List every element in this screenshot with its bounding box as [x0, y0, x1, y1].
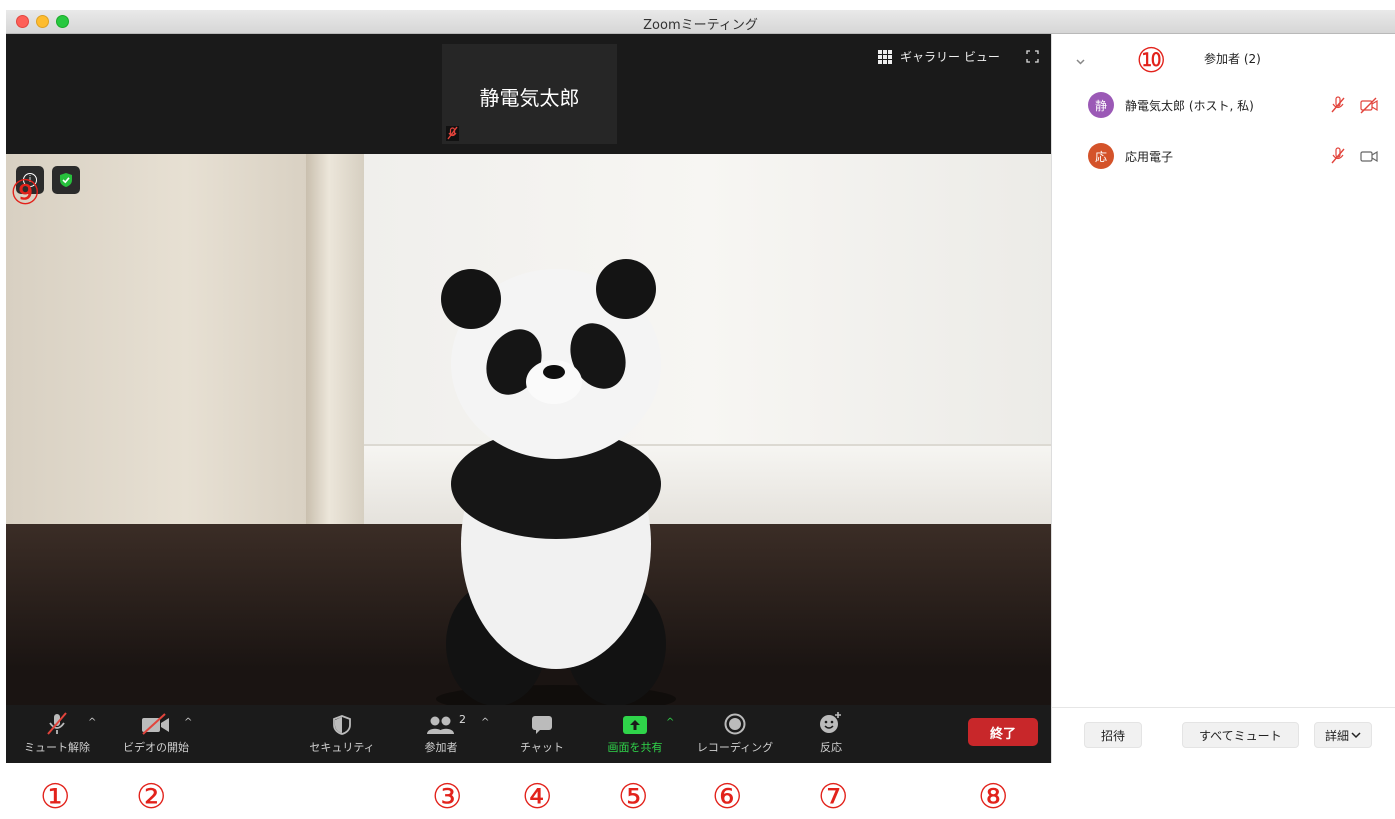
video-options-caret-icon[interactable]: ^ [184, 717, 192, 728]
chevron-down-icon [1351, 732, 1361, 739]
mute-all-button[interactable]: すべてミュート [1182, 722, 1299, 748]
annotation-number: ⑤ [618, 777, 649, 817]
panda-plush-image [436, 259, 676, 705]
encryption-shield-button[interactable] [52, 166, 80, 194]
annotation-number: ⑥ [712, 777, 743, 817]
annotation-number: ⑩ [1136, 41, 1167, 81]
main-video: i [6, 154, 1051, 705]
participant-name: 応用電子 [1125, 149, 1174, 164]
panel-footer: 招待 すべてミュート 詳細 [1052, 707, 1395, 763]
end-meeting-button[interactable]: 終了 [968, 718, 1038, 746]
gallery-view-button[interactable]: ギャラリー ビュー [878, 48, 1000, 65]
avatar: 静 [1088, 92, 1114, 118]
annotation-number: ④ [522, 777, 553, 817]
smiley-add-icon [818, 705, 844, 735]
record-icon [724, 705, 746, 735]
share-options-caret-icon[interactable]: ^ [666, 717, 674, 728]
participants-panel: 参加者 (2) 静 静電気太郎 (ホスト, 私) 応 応用電子 招待 すべてミュ… [1051, 34, 1395, 763]
annotation-number: ⑧ [978, 777, 1009, 817]
fullscreen-icon[interactable] [1026, 48, 1039, 63]
participant-row[interactable]: 静 静電気太郎 (ホスト, 私) [1088, 90, 1388, 120]
window-title: Zoomミーティング [643, 18, 758, 33]
recording-button[interactable]: レコーディング [690, 705, 780, 763]
panel-title: 参加者 (2) [1204, 52, 1261, 66]
video-camera-icon [1360, 150, 1378, 163]
audio-options-caret-icon[interactable]: ^ [88, 717, 96, 728]
unmute-button[interactable]: ミュート解除 [12, 705, 102, 763]
annotation-number: ③ [432, 777, 463, 817]
reactions-button[interactable]: 反応 [801, 705, 861, 763]
avatar: 応 [1088, 143, 1114, 169]
muted-mic-icon [45, 705, 69, 735]
gallery-view-label: ギャラリー ビュー [900, 50, 1000, 64]
start-video-button[interactable]: ビデオの開始 [116, 705, 196, 763]
thumbnail-name: 静電気太郎 [479, 86, 580, 110]
zoom-window: Zoomミーティング 静電気太郎 ギャラリー ビュー i ミュート解除 ^ ビデ… [6, 10, 1395, 763]
video-off-icon [1360, 97, 1378, 114]
participants-options-caret-icon[interactable]: ^ [481, 717, 489, 728]
participants-count: 2 [459, 713, 466, 726]
shield-check-icon [60, 173, 72, 187]
participants-icon [426, 705, 456, 735]
share-screen-button[interactable]: 画面を共有 [600, 705, 670, 763]
muted-mic-icon [1331, 147, 1345, 164]
annotation-number: ② [136, 777, 167, 817]
chat-bubble-icon [531, 705, 553, 735]
security-button[interactable]: セキュリティ [302, 705, 382, 763]
participant-row[interactable]: 応 応用電子 [1088, 141, 1388, 171]
self-thumbnail[interactable]: 静電気太郎 [442, 44, 617, 144]
more-label: 詳細 [1325, 728, 1350, 743]
muted-mic-icon [446, 126, 459, 141]
participant-name: 静電気太郎 (ホスト, 私) [1125, 98, 1254, 113]
share-screen-icon [622, 705, 648, 735]
chevron-down-icon[interactable] [1076, 51, 1085, 65]
title-bar: Zoomミーティング [6, 10, 1395, 34]
chat-button[interactable]: チャット [512, 705, 572, 763]
more-button[interactable]: 詳細 [1314, 722, 1373, 748]
invite-button[interactable]: 招待 [1084, 722, 1143, 748]
security-shield-icon [333, 705, 351, 735]
annotation-number: ① [40, 777, 71, 817]
video-off-icon [141, 705, 171, 735]
thumbnail-strip: 静電気太郎 ギャラリー ビュー [6, 34, 1051, 154]
meeting-toolbar: ミュート解除 ^ ビデオの開始 ^ セキュリティ 参加者 2 ^ チャット 画面… [6, 705, 1051, 763]
grid-icon [878, 49, 892, 64]
muted-mic-icon [1331, 96, 1345, 113]
annotation-number: ⑦ [818, 777, 849, 817]
annotation-number: ⑨ [10, 173, 41, 213]
